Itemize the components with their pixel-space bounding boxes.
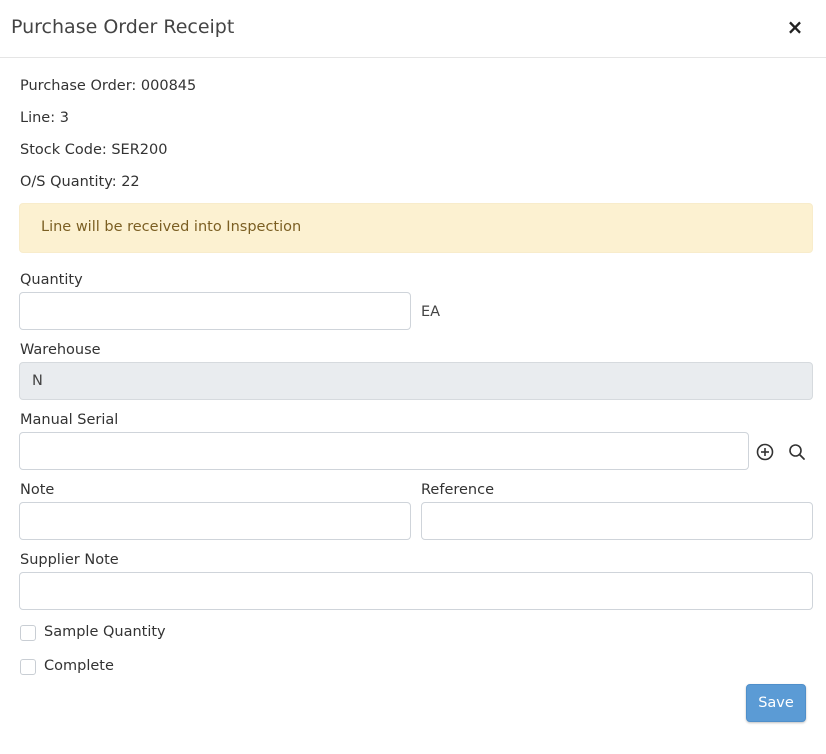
supplier-note-input[interactable] <box>19 572 813 610</box>
note-input[interactable] <box>19 502 411 540</box>
complete-checkbox[interactable] <box>20 659 36 675</box>
modal-title: Purchase Order Receipt <box>11 16 235 38</box>
modal-header: Purchase Order Receipt × <box>0 0 826 58</box>
save-button[interactable]: Save <box>746 684 806 722</box>
close-button[interactable]: × <box>786 15 804 39</box>
quantity-unit: EA <box>421 304 441 320</box>
add-serial-button[interactable] <box>754 441 776 463</box>
note-label: Note <box>20 482 55 498</box>
line-info: Line: 3 <box>20 110 69 126</box>
stock-code-info: Stock Code: SER200 <box>20 142 168 158</box>
sample-quantity-label: Sample Quantity <box>44 624 166 640</box>
plus-circle-icon <box>756 443 774 461</box>
warehouse-field <box>19 362 813 400</box>
alert-message: Line will be received into Inspection <box>41 219 302 235</box>
complete-label: Complete <box>44 658 114 674</box>
purchase-order-info: Purchase Order: 000845 <box>20 78 197 94</box>
manual-serial-label: Manual Serial <box>20 412 119 428</box>
search-icon <box>789 444 805 460</box>
warehouse-label: Warehouse <box>20 342 101 358</box>
quantity-input[interactable] <box>19 292 411 330</box>
supplier-note-label: Supplier Note <box>20 552 119 568</box>
reference-label: Reference <box>421 482 495 498</box>
quantity-label: Quantity <box>20 272 83 288</box>
inspection-alert: Line will be received into Inspection <box>19 203 813 253</box>
reference-input[interactable] <box>421 502 813 540</box>
os-quantity-info: O/S Quantity: 22 <box>20 174 140 190</box>
sample-quantity-checkbox[interactable] <box>20 625 36 641</box>
search-serial-button[interactable] <box>786 441 808 463</box>
manual-serial-input[interactable] <box>19 432 749 470</box>
